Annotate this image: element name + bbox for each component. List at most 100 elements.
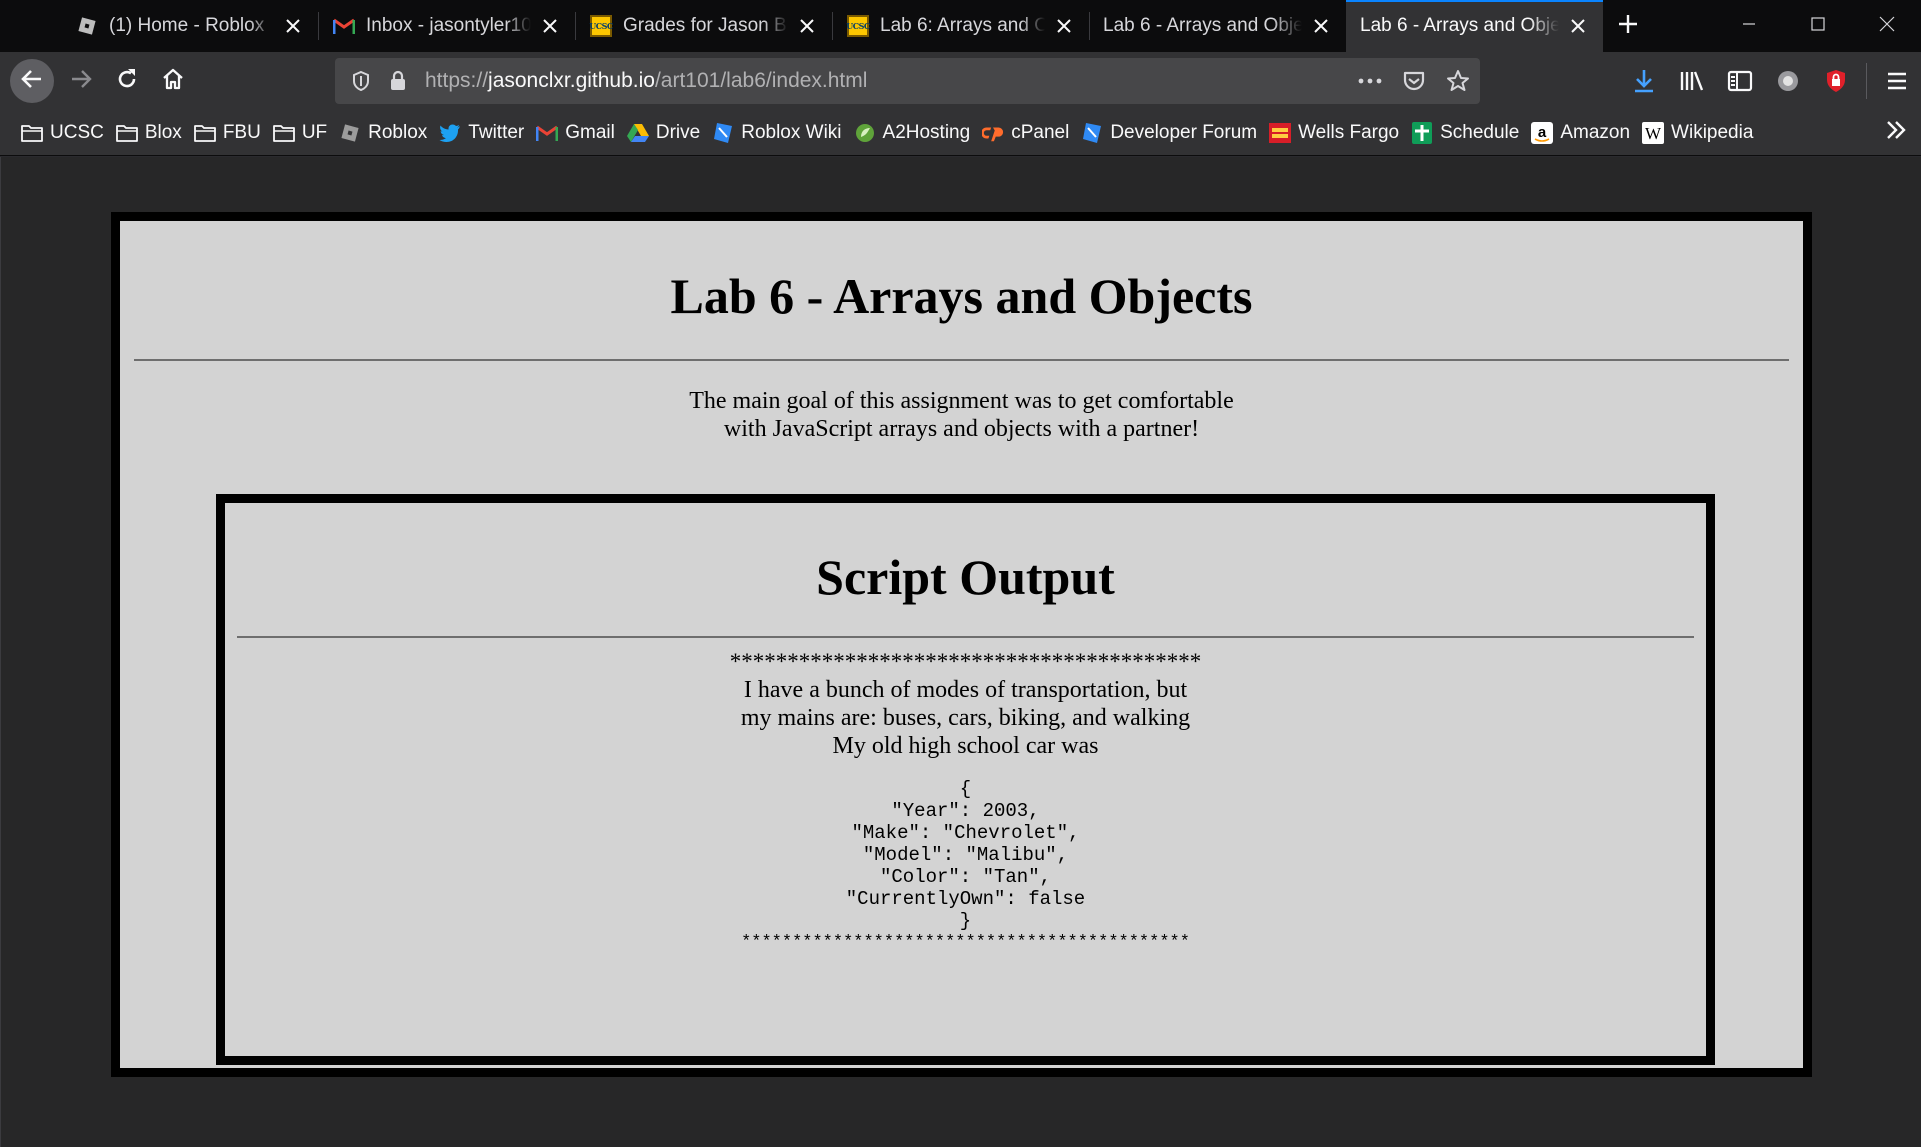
bookmark-ucsc[interactable]: UCSC (18, 115, 113, 151)
pocket-icon[interactable] (1392, 59, 1436, 103)
bookmark-label: Gmail (565, 121, 615, 143)
tab-lab6-canvas[interactable]: UCSC Lab 6: Arrays and Ob (832, 0, 1089, 52)
close-icon[interactable] (280, 13, 306, 39)
reload-button[interactable] (106, 60, 148, 102)
bookmark-label: Schedule (1440, 121, 1520, 143)
bookmark-developer-forum[interactable]: Developer Forum (1078, 115, 1266, 151)
cpanel-icon (982, 122, 1004, 144)
drive-icon (626, 122, 649, 144)
tab-roblox-home[interactable]: (1) Home - Roblox (61, 0, 318, 52)
tab-title: Lab 6 - Arrays and Object (1360, 15, 1559, 36)
intro-line: The main goal of this assignment was to … (689, 388, 1234, 414)
toolbar-separator (1866, 63, 1867, 99)
roblox-wiki-icon (712, 122, 734, 144)
url-host: jasonclxr.github.io (488, 69, 655, 92)
wikipedia-icon: W (1642, 121, 1665, 144)
bookmark-gmail[interactable]: Gmail (533, 115, 624, 151)
bookmark-label: FBU (222, 121, 261, 143)
ucsc-icon: UCSC (846, 14, 870, 38)
gmail-icon (536, 122, 559, 144)
gmail-icon (332, 14, 356, 38)
bookmark-label: Wells Fargo (1298, 121, 1400, 143)
bookmark-label: Blox (144, 121, 182, 143)
maximize-button[interactable] (1783, 0, 1852, 52)
lock-icon[interactable] (383, 59, 413, 103)
bookmarks-overflow-button[interactable] (1871, 110, 1921, 156)
tab-grades[interactable]: UCSC Grades for Jason Ble( (575, 0, 832, 52)
folder-icon (193, 122, 216, 144)
tab-title: Inbox - jasontyler10( (366, 15, 531, 36)
json-line: } (959, 910, 972, 932)
output-line: My old high school car was (832, 733, 1099, 759)
title-divider (134, 359, 1789, 361)
bookmark-fbu[interactable]: FBU (191, 115, 270, 151)
bookmark-roblox-wiki[interactable]: Roblox Wiki (709, 115, 850, 151)
ucsc-icon: UCSC (589, 14, 613, 38)
hamburger-menu-icon[interactable] (1873, 52, 1921, 110)
bookmark-schedule[interactable]: Schedule (1408, 115, 1528, 151)
devforum-icon (1081, 122, 1103, 144)
new-tab-button[interactable] (1603, 0, 1653, 52)
tab-title: Lab 6: Arrays and Ob (880, 15, 1045, 36)
close-icon[interactable] (1051, 13, 1077, 39)
blocker-extension-icon[interactable] (1812, 52, 1860, 110)
tab-lab6-page-active[interactable]: Lab 6 - Arrays and Object (1346, 0, 1603, 52)
car-json-output: { "Year": 2003, "Make": "Chevrolet", "Mo… (225, 778, 1706, 932)
stars-separator-bottom: ****************************************… (741, 933, 1190, 952)
url-text[interactable]: https://jasonclxr.github.io/art101/lab6/… (425, 69, 867, 93)
library-icon[interactable] (1668, 52, 1716, 110)
bookmark-uf[interactable]: UF (270, 115, 336, 151)
bookmark-drive[interactable]: Drive (624, 115, 709, 151)
toolbar-right (1620, 52, 1921, 110)
output-divider (237, 636, 1694, 638)
output-line: my mains are: buses, cars, biking, and w… (740, 705, 1191, 731)
bookmark-blox[interactable]: Blox (113, 115, 191, 151)
tab-title: Lab 6 - Arrays and Object (1103, 15, 1302, 36)
roblox-icon (339, 122, 361, 144)
window-controls (1714, 0, 1921, 52)
extension-icon[interactable] (1764, 52, 1812, 110)
bookmarks-toolbar: UCSC Blox FBU UF Roblox Twitter Gmail Dr… (0, 110, 1921, 156)
close-window-button[interactable] (1852, 0, 1921, 52)
address-bar[interactable]: https://jasonclxr.github.io/art101/lab6/… (335, 58, 1480, 104)
bookmark-label: Twitter (468, 121, 525, 143)
main-container: Lab 6 - Arrays and Objects The main goal… (111, 212, 1812, 1077)
intro-paragraph: The main goal of this assignment was to … (120, 387, 1803, 443)
home-button[interactable] (152, 60, 194, 102)
output-line: I have a bunch of modes of transportatio… (743, 677, 1188, 703)
url-actions (1348, 59, 1480, 103)
svg-text:W: W (1645, 124, 1662, 143)
bookmark-cpanel[interactable]: cPanel (979, 115, 1078, 151)
back-button[interactable] (10, 59, 54, 103)
close-icon[interactable] (537, 13, 563, 39)
arrow-right-icon (69, 67, 93, 96)
star-bookmark-icon[interactable] (1436, 59, 1480, 103)
json-line: { (959, 778, 972, 800)
minimize-button[interactable] (1714, 0, 1783, 52)
bookmark-twitter[interactable]: Twitter (436, 115, 533, 151)
bookmark-wells-fargo[interactable]: Wells Fargo (1266, 115, 1408, 151)
more-actions-icon[interactable] (1348, 59, 1392, 103)
bookmark-wikipedia[interactable]: W Wikipedia (1639, 115, 1762, 151)
intro-line: with JavaScript arrays and objects with … (723, 416, 1200, 442)
download-icon[interactable] (1620, 52, 1668, 110)
bookmark-roblox[interactable]: Roblox (336, 115, 436, 151)
twitter-icon (439, 122, 461, 144)
shield-icon[interactable] (339, 59, 383, 103)
minimize-icon (1742, 17, 1756, 36)
tab-gmail-inbox[interactable]: Inbox - jasontyler10( (318, 0, 575, 52)
bookmark-a2hosting[interactable]: A2Hosting (851, 115, 980, 151)
json-line: "CurrentlyOwn": false (845, 888, 1086, 910)
bookmark-amazon[interactable]: a Amazon (1528, 115, 1639, 151)
forward-button[interactable] (60, 60, 102, 102)
tab-title: Grades for Jason Ble( (623, 15, 788, 36)
tab-lab6-page[interactable]: Lab 6 - Arrays and Object (1089, 0, 1346, 52)
close-icon[interactable] (1565, 13, 1591, 39)
sidebar-icon[interactable] (1716, 52, 1764, 110)
arrow-left-icon (20, 67, 44, 96)
navigation-toolbar: https://jasonclxr.github.io/art101/lab6/… (0, 52, 1921, 110)
tab-strip: (1) Home - Roblox Inbox - jasontyler10( … (0, 0, 1921, 52)
json-line: "Make": "Chevrolet", (851, 822, 1080, 844)
close-icon[interactable] (794, 13, 820, 39)
close-icon[interactable] (1308, 13, 1334, 39)
